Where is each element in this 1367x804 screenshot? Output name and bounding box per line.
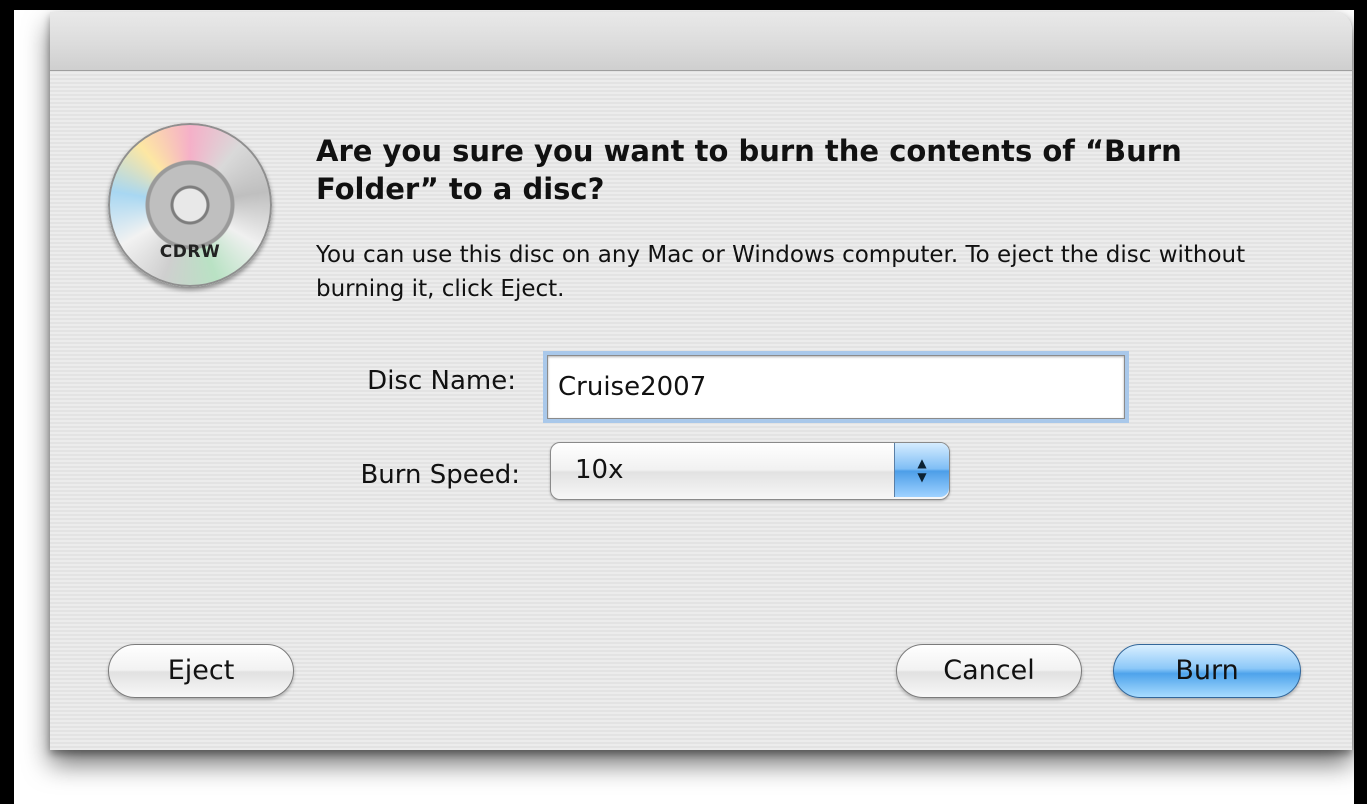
burn-speed-value: 10x [575, 455, 624, 485]
disc-name-input[interactable] [547, 355, 1125, 419]
arrow-up-icon: ▲ [917, 456, 927, 470]
arrow-down-icon: ▼ [917, 470, 927, 484]
burn-speed-label: Burn Speed: [360, 460, 520, 490]
cancel-button[interactable]: Cancel [896, 644, 1082, 698]
cdrw-disc-icon: CDRW [108, 123, 272, 287]
dialog-titlebar [50, 12, 1352, 71]
dialog-heading: Are you sure you want to burn the conten… [316, 134, 1182, 206]
burn-button[interactable]: Burn [1113, 644, 1301, 698]
disc-name-label: Disc Name: [367, 366, 516, 396]
disc-icon-label: CDRW [159, 242, 221, 262]
eject-button[interactable]: Eject [108, 644, 294, 698]
dialog-info-text: You can use this disc on any Mac or Wind… [316, 242, 1246, 302]
burn-disc-dialog: CDRW Are you sure you want to burn the c… [50, 12, 1352, 750]
select-arrows-icon[interactable]: ▲ ▼ [894, 443, 949, 497]
burn-speed-select[interactable]: 10x ▲ ▼ [550, 442, 950, 500]
